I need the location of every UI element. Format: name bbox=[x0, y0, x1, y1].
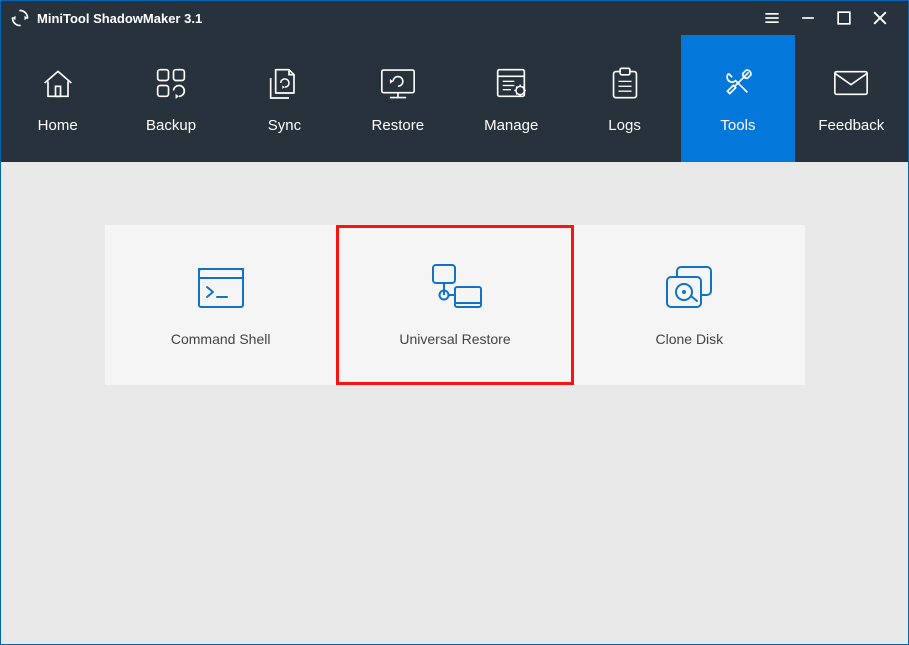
app-title: MiniTool ShadowMaker 3.1 bbox=[37, 11, 202, 26]
app-logo-icon bbox=[11, 9, 29, 27]
titlebar: MiniTool ShadowMaker 3.1 bbox=[1, 1, 908, 35]
nav-item-backup[interactable]: Backup bbox=[114, 35, 227, 162]
close-icon bbox=[870, 8, 890, 28]
nav-item-restore[interactable]: Restore bbox=[341, 35, 454, 162]
nav-item-sync[interactable]: Sync bbox=[228, 35, 341, 162]
nav-item-manage[interactable]: Manage bbox=[455, 35, 568, 162]
content-area: Command Shell Universal Restore bbox=[1, 162, 908, 644]
tool-card-command-shell[interactable]: Command Shell bbox=[105, 225, 336, 385]
feedback-icon bbox=[830, 63, 872, 103]
app-window: MiniTool ShadowMaker 3.1 bbox=[0, 0, 909, 645]
command-shell-icon bbox=[195, 263, 247, 313]
maximize-icon bbox=[834, 8, 854, 28]
nav-item-logs[interactable]: Logs bbox=[568, 35, 681, 162]
hamburger-icon bbox=[762, 8, 782, 28]
clone-disk-icon bbox=[661, 263, 717, 313]
universal-restore-icon bbox=[423, 263, 487, 313]
nav-label: Restore bbox=[372, 117, 425, 134]
restore-icon bbox=[377, 63, 419, 103]
nav-label: Sync bbox=[268, 117, 301, 134]
manage-icon bbox=[491, 63, 531, 103]
minimize-icon bbox=[798, 8, 818, 28]
tools-icon bbox=[718, 63, 758, 103]
nav-item-tools[interactable]: Tools bbox=[681, 35, 794, 162]
nav-item-feedback[interactable]: Feedback bbox=[795, 35, 908, 162]
minimize-button[interactable] bbox=[790, 1, 826, 35]
menu-button[interactable] bbox=[754, 1, 790, 35]
tools-panel: Command Shell Universal Restore bbox=[105, 225, 805, 385]
backup-icon bbox=[151, 63, 191, 103]
sync-icon bbox=[264, 63, 304, 103]
nav-label: Feedback bbox=[818, 117, 884, 134]
home-icon bbox=[38, 63, 78, 103]
nav-item-home[interactable]: Home bbox=[1, 35, 114, 162]
tool-card-clone-disk[interactable]: Clone Disk bbox=[574, 225, 805, 385]
close-button[interactable] bbox=[862, 1, 898, 35]
tool-label: Universal Restore bbox=[399, 331, 510, 347]
nav-label: Manage bbox=[484, 117, 538, 134]
nav-label: Tools bbox=[720, 117, 755, 134]
tool-card-universal-restore[interactable]: Universal Restore bbox=[336, 225, 573, 385]
tool-label: Clone Disk bbox=[655, 331, 723, 347]
nav-label: Backup bbox=[146, 117, 196, 134]
nav-label: Home bbox=[38, 117, 78, 134]
main-navbar: Home Backup bbox=[1, 35, 908, 162]
maximize-button[interactable] bbox=[826, 1, 862, 35]
nav-label: Logs bbox=[608, 117, 641, 134]
tool-label: Command Shell bbox=[171, 331, 271, 347]
logs-icon bbox=[607, 63, 643, 103]
window-controls bbox=[754, 1, 898, 35]
